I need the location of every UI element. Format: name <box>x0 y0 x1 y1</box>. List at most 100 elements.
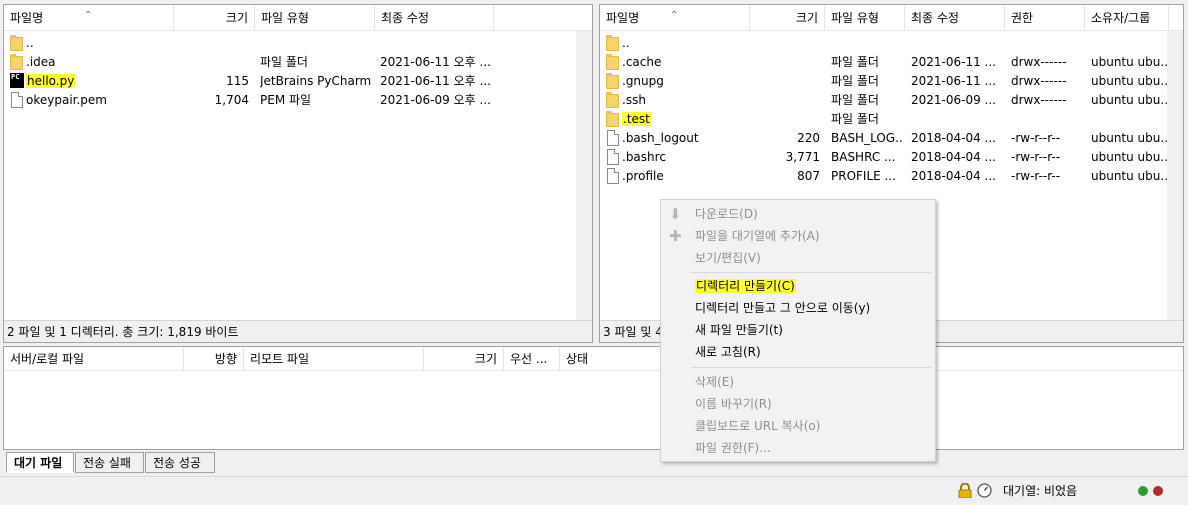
add-to-queue-icon: ✚ <box>669 227 682 245</box>
remote-file-row[interactable]: .test 파일 폴더 <box>600 110 1183 129</box>
file-type <box>831 34 903 53</box>
menu-item-label: 보기/편집(V) <box>695 251 761 265</box>
folder-icon <box>606 73 619 89</box>
file-icon <box>11 92 23 108</box>
queue-col-direction[interactable]: 방향 <box>184 347 244 371</box>
tab-failed-transfers[interactable]: 전송 실패 <box>75 452 144 473</box>
tab-successful-transfers[interactable]: 전송 성공 <box>145 452 215 473</box>
file-name: hello.py <box>26 74 76 88</box>
file-icon <box>607 149 619 165</box>
file-name: .idea <box>26 55 56 69</box>
file-permissions: -rw-r--r-- <box>1011 150 1061 164</box>
local-col-type[interactable]: 파일 유형 <box>255 5 375 31</box>
local-file-row[interactable]: .idea 파일 폴더 2021-06-11 오후 ... <box>4 53 592 72</box>
queue-col-priority[interactable]: 우선 ... <box>504 347 560 371</box>
local-file-list[interactable]: 파일명 ⌃ 크기 파일 유형 최종 수정 .. .idea 파일 폴더 2021-06-… <box>3 4 593 343</box>
remote-file-row[interactable]: .. <box>600 34 1183 53</box>
file-type: 파일 폴더 <box>831 93 879 107</box>
file-owner: ubuntu ubu... <box>1091 169 1167 183</box>
file-type: JetBrains PyCharm... <box>260 74 372 88</box>
remote-col-perms[interactable]: 권한 <box>1005 5 1085 31</box>
status-bar: 대기열: 비었음 <box>0 476 1188 505</box>
remote-file-row[interactable]: .gnupg 파일 폴더 2021-06-11 ... drwx------ ubunt… <box>600 72 1183 91</box>
remote-file-row[interactable]: .bashrc 3,771 BASHRC ... 2018-04-04 ... -rw-… <box>600 148 1183 167</box>
file-size: 3,771 <box>785 150 820 164</box>
context-menu: 다운로드(D) ⬇ 파일을 대기열에 추가(A) ✚ 보기/편집(V) 디렉터리 만들기(… <box>660 199 936 462</box>
file-permissions: drwx------ <box>1011 74 1067 88</box>
menu-item: 파일 권한(F)... <box>695 438 771 458</box>
file-modified: 2021-06-09 오후 ... <box>380 93 491 107</box>
file-name: .. <box>26 36 34 50</box>
sort-up-icon: ⌃ <box>670 10 679 21</box>
menu-item-label: 파일 권한(F)... <box>695 441 771 455</box>
lock-icon[interactable] <box>958 482 972 499</box>
menu-separator <box>691 367 931 368</box>
local-col-size[interactable]: 크기 <box>174 5 255 31</box>
queue-status-text: 대기열: 비었음 <box>1003 484 1078 498</box>
menu-item-label: 다운로드(D) <box>695 207 758 221</box>
queue-col-size[interactable]: 크기 <box>424 347 504 371</box>
file-type: 파일 폴더 <box>831 112 879 126</box>
local-col-modified[interactable]: 최종 수정 <box>375 5 494 31</box>
tab-queued-files[interactable]: 대기 파일 <box>6 452 74 473</box>
menu-item-label: 새로 고침(R) <box>695 345 761 359</box>
file-permissions <box>1011 110 1083 129</box>
speed-limit-icon[interactable] <box>977 483 992 498</box>
menu-item[interactable]: 새 파일 만들기(t) <box>695 320 783 340</box>
remote-file-row[interactable]: .ssh 파일 폴더 2021-06-09 ... drwx------ ubuntu … <box>600 91 1183 110</box>
menu-item: 이름 바꾸기(R) <box>695 394 772 414</box>
local-file-row[interactable]: PC hello.py 115 JetBrains PyCharm... 2021-06… <box>4 72 592 91</box>
remote-file-row[interactable]: .bash_logout 220 BASH_LOG... 2018-04-04 ...… <box>600 129 1183 148</box>
local-file-row[interactable]: okeypair.pem 1,704 PEM 파일 2021-06-09 오후 ... <box>4 91 592 110</box>
menu-item-label: 삭제(E) <box>695 375 735 389</box>
file-size: 807 <box>797 169 820 183</box>
file-modified: 2018-04-04 ... <box>911 131 996 145</box>
remote-col-owner[interactable]: 소유자/그룹 <box>1085 5 1169 31</box>
file-owner: ubuntu ubu... <box>1091 55 1167 69</box>
menu-item: 클립보드로 URL 복사(o) <box>695 416 820 436</box>
menu-item: 파일을 대기열에 추가(A) <box>695 226 820 246</box>
local-col-name[interactable]: 파일명 ⌃ <box>4 5 174 31</box>
folder-icon <box>606 92 619 108</box>
file-type: PROFILE ... <box>831 169 896 183</box>
menu-item-label: 디렉터리 만들기(C) <box>695 279 796 293</box>
file-modified <box>380 34 494 53</box>
file-permissions: drwx------ <box>1011 55 1067 69</box>
menu-item-label: 디렉터리 만들고 그 안으로 이동(y) <box>695 301 871 315</box>
menu-item[interactable]: 디렉터리 만들고 그 안으로 이동(y) <box>695 298 870 318</box>
download-icon: ⬇ <box>669 205 682 223</box>
file-permissions: -rw-r--r-- <box>1011 169 1061 183</box>
file-permissions <box>1011 34 1083 53</box>
file-name: okeypair.pem <box>26 93 107 107</box>
file-modified: 2021-06-11 오후 ... <box>380 55 491 69</box>
folder-icon <box>606 111 619 127</box>
queue-col-remote[interactable]: 리모트 파일 <box>244 347 424 371</box>
remote-col-type[interactable]: 파일 유형 <box>825 5 905 31</box>
remote-scroll-area <box>1167 31 1183 320</box>
folder-icon <box>606 35 619 51</box>
menu-item-label: 클립보드로 URL 복사(o) <box>695 419 821 433</box>
remote-col-size[interactable]: 크기 <box>750 5 825 31</box>
queue-header: 서버/로컬 파일 방향 리모트 파일 크기 우선 ... 상태 <box>4 347 1183 371</box>
file-name: .bashrc <box>622 150 666 164</box>
remote-file-row[interactable]: .cache 파일 폴더 2021-06-11 ... drwx------ ubunt… <box>600 53 1183 72</box>
menu-item: 다운로드(D) <box>695 204 758 224</box>
transfer-queue[interactable]: 서버/로컬 파일 방향 리모트 파일 크기 우선 ... 상태 <box>3 346 1184 450</box>
menu-item[interactable]: 새로 고침(R) <box>695 342 761 362</box>
remote-col-name[interactable]: 파일명 ⌃ <box>600 5 750 31</box>
remote-file-row[interactable]: .profile 807 PROFILE ... 2018-04-04 ... -rw-… <box>600 167 1183 186</box>
file-name: .. <box>622 36 630 50</box>
folder-icon <box>606 54 619 70</box>
file-owner: ubuntu ubu... <box>1091 131 1167 145</box>
remote-header: 파일명 ⌃ 크기 파일 유형 최종 수정 권한 소유자/그룹 <box>600 5 1183 31</box>
local-file-row[interactable]: .. <box>4 34 592 53</box>
menu-item[interactable]: 디렉터리 만들기(C) <box>695 276 796 296</box>
file-permissions: drwx------ <box>1011 93 1067 107</box>
file-icon <box>607 130 619 146</box>
file-modified: 2021-06-11 오후 ... <box>380 74 491 88</box>
sort-up-icon: ⌃ <box>84 10 93 21</box>
remote-col-modified[interactable]: 최종 수정 <box>905 5 1005 31</box>
file-modified <box>911 110 1003 129</box>
menu-separator <box>691 272 931 273</box>
queue-col-server-local[interactable]: 서버/로컬 파일 <box>4 347 184 371</box>
